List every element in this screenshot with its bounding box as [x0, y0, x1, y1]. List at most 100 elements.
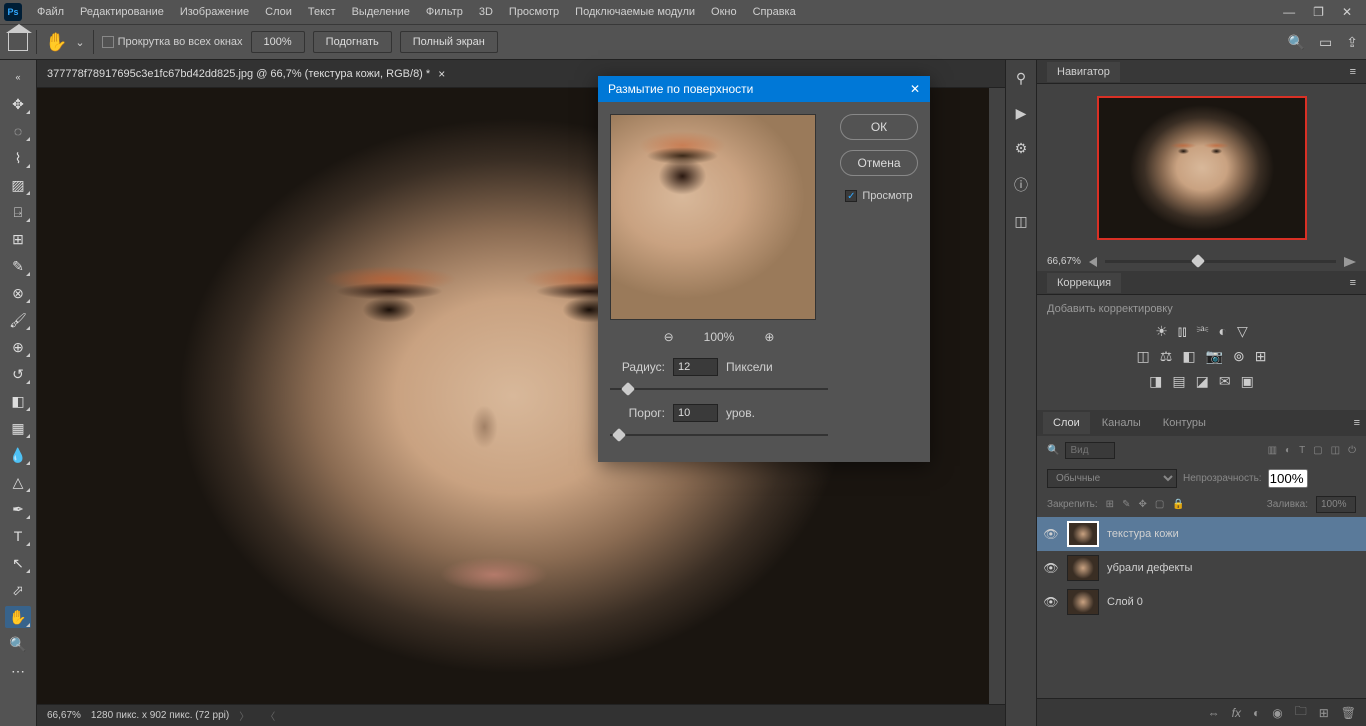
menu-type[interactable]: Текст — [301, 3, 343, 21]
healing-tool[interactable]: ⊗ — [5, 282, 31, 304]
zoom-100-button[interactable]: 100% — [251, 31, 305, 53]
stamp-tool[interactable]: ⊕ — [5, 336, 31, 358]
close-icon[interactable]: ✕ — [1342, 5, 1352, 19]
scroll-all-checkbox[interactable]: Прокрутка во всех окнах — [102, 36, 243, 48]
direct-select-tool[interactable]: ⬀ — [5, 579, 31, 601]
threshold-icon[interactable]: ◪ — [1196, 373, 1209, 390]
photo-filter-icon[interactable]: 📷 — [1206, 348, 1223, 365]
dialog-titlebar[interactable]: Размытие по поверхности ✕ — [598, 76, 930, 102]
menu-window[interactable]: Окно — [704, 3, 744, 21]
dialog-close-icon[interactable]: ✕ — [910, 82, 920, 96]
posterize-icon[interactable]: ▤ — [1172, 373, 1185, 390]
layer-item[interactable]: 👁 текстура кожи — [1037, 517, 1366, 551]
eyedropper-tool[interactable]: ✎ — [5, 255, 31, 277]
crop-tool[interactable]: ⍈ — [5, 201, 31, 223]
menu-image[interactable]: Изображение — [173, 3, 256, 21]
layers-tab[interactable]: Слои — [1043, 412, 1090, 434]
collapse-icon[interactable]: « — [5, 66, 31, 88]
ok-button[interactable]: ОК — [840, 114, 918, 140]
full-screen-button[interactable]: Полный экран — [400, 31, 498, 53]
minimize-icon[interactable]: — — [1283, 5, 1295, 19]
dialog-preview[interactable] — [610, 114, 816, 320]
properties-icon[interactable]: ◫ — [1014, 213, 1027, 230]
zoom-in-icon[interactable] — [1344, 257, 1356, 267]
brush-tool[interactable]: 🖌 — [5, 309, 31, 331]
home-button[interactable] — [8, 33, 28, 51]
dodge-tool[interactable]: △ — [5, 471, 31, 493]
zoom-tool[interactable]: 🔍 — [5, 633, 31, 655]
status-zoom[interactable]: 66,67% — [47, 710, 81, 721]
panel-menu-icon[interactable]: ≡ — [1350, 277, 1356, 289]
new-group-icon[interactable]: 🗀 — [1295, 702, 1307, 723]
frame-tool[interactable]: ⊞ — [5, 228, 31, 250]
layer-thumbnail[interactable] — [1067, 521, 1099, 547]
opacity-input[interactable] — [1268, 469, 1308, 488]
layer-name[interactable]: убрали дефекты — [1107, 562, 1192, 574]
menu-layer[interactable]: Слои — [258, 3, 299, 21]
edit-toolbar-icon[interactable]: ⋯ — [5, 660, 31, 682]
paths-tab[interactable]: Контуры — [1153, 412, 1216, 434]
hue-sat-icon[interactable]: ◫ — [1137, 348, 1150, 365]
menu-plugins[interactable]: Подключаемые модули — [568, 3, 702, 21]
marquee-tool[interactable]: ◌ — [5, 120, 31, 142]
channel-mixer-icon[interactable]: ⊚ — [1233, 348, 1245, 365]
layer-item[interactable]: 👁 Слой 0 — [1037, 585, 1366, 619]
actions-icon[interactable]: ▶ — [1016, 105, 1027, 122]
vertical-scrollbar[interactable] — [989, 88, 1005, 704]
lock-pixels-icon[interactable]: ⊞ — [1106, 499, 1114, 510]
color-balance-icon[interactable]: ⚖ — [1160, 348, 1173, 365]
lock-position-icon[interactable]: ✥ — [1138, 499, 1146, 510]
share-icon[interactable]: ⇪ — [1346, 34, 1358, 51]
filter-shape-icon[interactable]: ▢ — [1313, 445, 1322, 456]
menu-help[interactable]: Справка — [746, 3, 803, 21]
panel-menu-icon[interactable]: ≡ — [1350, 66, 1356, 78]
move-tool[interactable]: ✥ — [5, 93, 31, 115]
delete-layer-icon[interactable]: 🗑 — [1341, 706, 1356, 720]
visibility-icon[interactable]: 👁 — [1043, 527, 1059, 541]
layer-style-icon[interactable]: fx — [1232, 706, 1241, 720]
gradient-map-icon[interactable]: ✉ — [1219, 373, 1231, 390]
tool-dropdown-icon[interactable]: ⌄ — [75, 36, 84, 49]
layer-search-input[interactable] — [1065, 442, 1115, 459]
type-tool[interactable]: T — [5, 525, 31, 547]
menu-edit[interactable]: Редактирование — [73, 3, 171, 21]
filter-adj-icon[interactable]: ◐ — [1285, 445, 1291, 456]
blend-mode-select[interactable]: Обычные — [1047, 469, 1177, 488]
brightness-icon[interactable]: ☀ — [1155, 323, 1168, 340]
filter-toggle-icon[interactable]: ⏻ — [1348, 445, 1356, 456]
navigator-tab[interactable]: Навигатор — [1047, 62, 1120, 82]
layer-mask-icon[interactable]: ◐ — [1253, 706, 1260, 720]
color-lookup-icon[interactable]: ⊞ — [1255, 348, 1267, 365]
bw-icon[interactable]: ◧ — [1182, 348, 1195, 365]
threshold-input[interactable] — [673, 404, 718, 422]
eraser-tool[interactable]: ◧ — [5, 390, 31, 412]
menu-filter[interactable]: Фильтр — [419, 3, 470, 21]
lock-brush-icon[interactable]: ✎ — [1122, 499, 1130, 510]
adjustments-icon[interactable]: ⚲ — [1016, 70, 1026, 87]
status-chevron-icon[interactable]: 〉 — [239, 708, 249, 723]
settings-icon[interactable]: ⚙ — [1015, 140, 1028, 157]
link-layers-icon[interactable]: ⇔ — [1208, 706, 1220, 720]
filter-pixel-icon[interactable]: ▥ — [1268, 445, 1277, 456]
menu-file[interactable]: Файл — [30, 3, 71, 21]
channels-tab[interactable]: Каналы — [1092, 412, 1151, 434]
layer-thumbnail[interactable] — [1067, 589, 1099, 615]
lasso-tool[interactable]: ⌇ — [5, 147, 31, 169]
history-brush-tool[interactable]: ↺ — [5, 363, 31, 385]
close-tab-icon[interactable]: × — [438, 67, 445, 81]
threshold-slider[interactable] — [610, 428, 828, 442]
document-tab[interactable]: 377778f78917695c3e1fc67bd42dd825.jpg @ 6… — [47, 67, 445, 81]
preview-zoom-in-icon[interactable]: ⊕ — [764, 330, 774, 344]
filter-smart-icon[interactable]: ◫ — [1331, 445, 1340, 456]
path-select-tool[interactable]: ↖ — [5, 552, 31, 574]
adjustments-tab[interactable]: Коррекция — [1047, 273, 1121, 293]
blur-tool[interactable]: 💧 — [5, 444, 31, 466]
workspace-icon[interactable]: ▭ — [1319, 34, 1332, 51]
menu-3d[interactable]: 3D — [472, 3, 500, 21]
cancel-button[interactable]: Отмена — [840, 150, 918, 176]
preview-zoom-out-icon[interactable]: ⊖ — [664, 330, 674, 344]
exposure-icon[interactable]: ◐ — [1219, 323, 1227, 340]
levels-icon[interactable]: ⫾⫾ — [1178, 323, 1187, 340]
info-icon[interactable]: ⓘ — [1014, 175, 1028, 195]
nav-zoom-slider[interactable] — [1105, 260, 1336, 263]
